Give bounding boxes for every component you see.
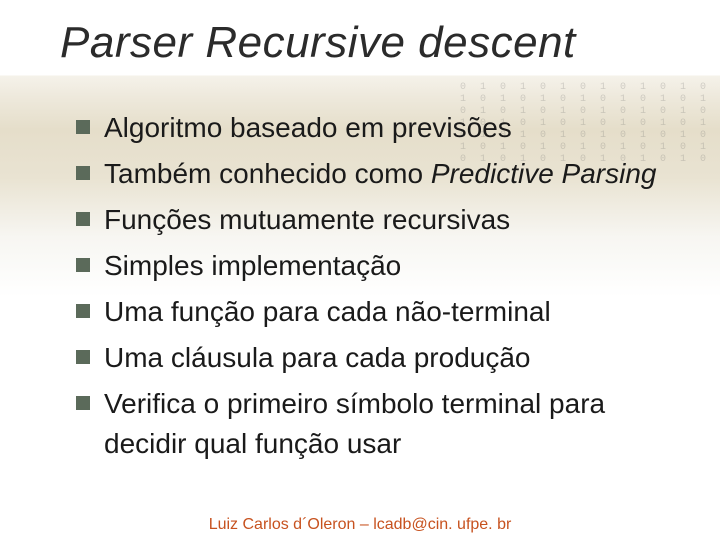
- slide-title: Parser Recursive descent: [60, 18, 576, 68]
- bullet-icon: [76, 120, 90, 134]
- slide-footer: Luiz Carlos d´Oleron – lcadb@cin. ufpe. …: [0, 516, 720, 534]
- bullet-icon: [76, 258, 90, 272]
- bullet-icon: [76, 396, 90, 410]
- bullet-list: Algoritmo baseado em previsões Também co…: [76, 108, 690, 470]
- bullet-icon: [76, 350, 90, 364]
- list-item: Uma função para cada não-terminal: [76, 292, 690, 332]
- list-item: Funções mutuamente recursivas: [76, 200, 690, 240]
- list-item: Algoritmo baseado em previsões: [76, 108, 690, 148]
- bullet-text: Algoritmo baseado em previsões: [104, 108, 512, 148]
- bullet-text: Uma cláusula para cada produção: [104, 338, 530, 378]
- bullet-text: Uma função para cada não-terminal: [104, 292, 551, 332]
- slide: 0 1 0 1 0 1 0 1 0 1 0 1 0 1 0 1 0 1 1 0 …: [0, 0, 720, 540]
- list-item: Também conhecido como Predictive Parsing: [76, 154, 690, 194]
- list-item: Verifica o primeiro símbolo terminal par…: [76, 384, 690, 464]
- bullet-text: Verifica o primeiro símbolo terminal par…: [104, 384, 690, 464]
- list-item: Simples implementação: [76, 246, 690, 286]
- bullet-icon: [76, 212, 90, 226]
- bullet-text: Simples implementação: [104, 246, 401, 286]
- list-item: Uma cláusula para cada produção: [76, 338, 690, 378]
- bullet-text: Também conhecido como Predictive Parsing: [104, 154, 656, 194]
- bullet-icon: [76, 166, 90, 180]
- bullet-text: Funções mutuamente recursivas: [104, 200, 510, 240]
- bullet-icon: [76, 304, 90, 318]
